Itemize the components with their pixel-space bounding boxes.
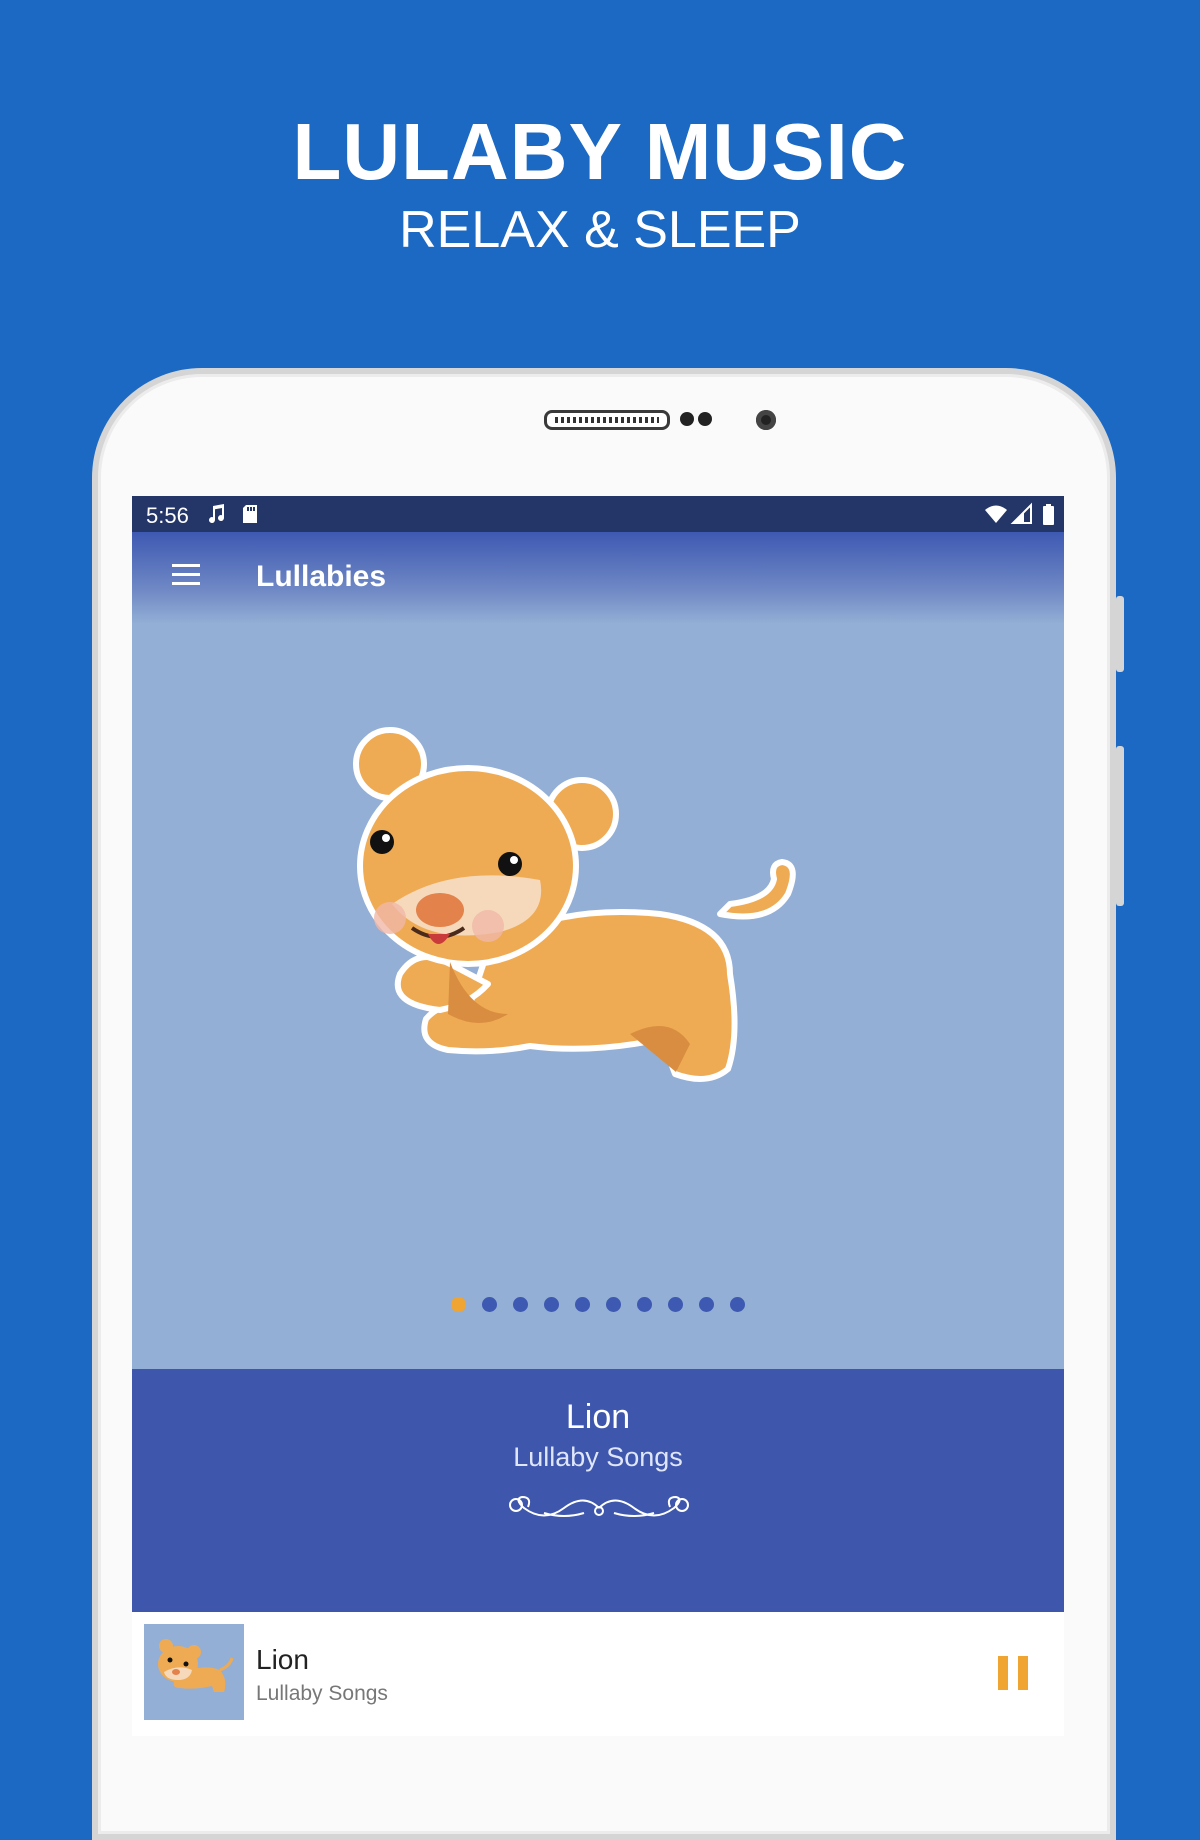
app-title: Lullabies	[256, 560, 387, 593]
pause-icon[interactable]	[998, 1656, 1028, 1690]
signal-icon	[1010, 502, 1032, 524]
front-camera	[756, 410, 776, 430]
mini-player-subtitle: Lullaby Songs	[256, 1682, 388, 1705]
artwork-carousel[interactable]	[132, 624, 1064, 1369]
page-dot[interactable]	[668, 1297, 683, 1312]
page-dot[interactable]	[606, 1297, 621, 1312]
carousel-indicator	[132, 1297, 1064, 1313]
track-thumbnail	[144, 1624, 244, 1720]
mini-player-title: Lion	[256, 1644, 309, 1675]
page-dot[interactable]	[513, 1297, 528, 1312]
hamburger-menu-icon[interactable]	[172, 564, 200, 586]
page-dot[interactable]	[699, 1297, 714, 1312]
song-subtitle: Lullaby Songs	[513, 1442, 683, 1472]
speaker-grille	[544, 410, 670, 430]
wifi-icon	[985, 505, 1007, 523]
page-dot-active[interactable]	[451, 1297, 466, 1312]
status-time: 5:56	[146, 503, 189, 528]
sensor-dot	[698, 412, 712, 426]
promo-subtitle: RELAX & SLEEP	[399, 201, 801, 259]
battery-icon	[1043, 504, 1054, 525]
sensor-dot	[680, 412, 694, 426]
music-note-icon	[209, 504, 225, 524]
song-title: Lion	[565, 1398, 631, 1436]
tablet-screen: 5:56 Lullabies Lion Lullaby Songs Lion L…	[132, 496, 1064, 1736]
status-bar: 5:56	[132, 496, 1064, 532]
promo-title: LULABY MUSIC	[292, 107, 908, 196]
app-bar: Lullabies	[132, 532, 1064, 624]
page-dot[interactable]	[637, 1297, 652, 1312]
now-playing-panel: Lion Lullaby Songs	[132, 1369, 1064, 1612]
mini-player[interactable]: Lion Lullaby Songs	[132, 1612, 1064, 1736]
flourish-ornament-icon	[509, 1495, 689, 1517]
sd-card-icon	[243, 505, 257, 523]
lion-thumbnail-icon	[158, 1639, 234, 1692]
page-dot[interactable]	[482, 1297, 497, 1312]
power-button	[1116, 746, 1124, 906]
volume-button	[1116, 596, 1124, 672]
page-dot[interactable]	[575, 1297, 590, 1312]
page-dot[interactable]	[730, 1297, 745, 1312]
page-dot[interactable]	[544, 1297, 559, 1312]
lion-illustration	[353, 727, 796, 1082]
